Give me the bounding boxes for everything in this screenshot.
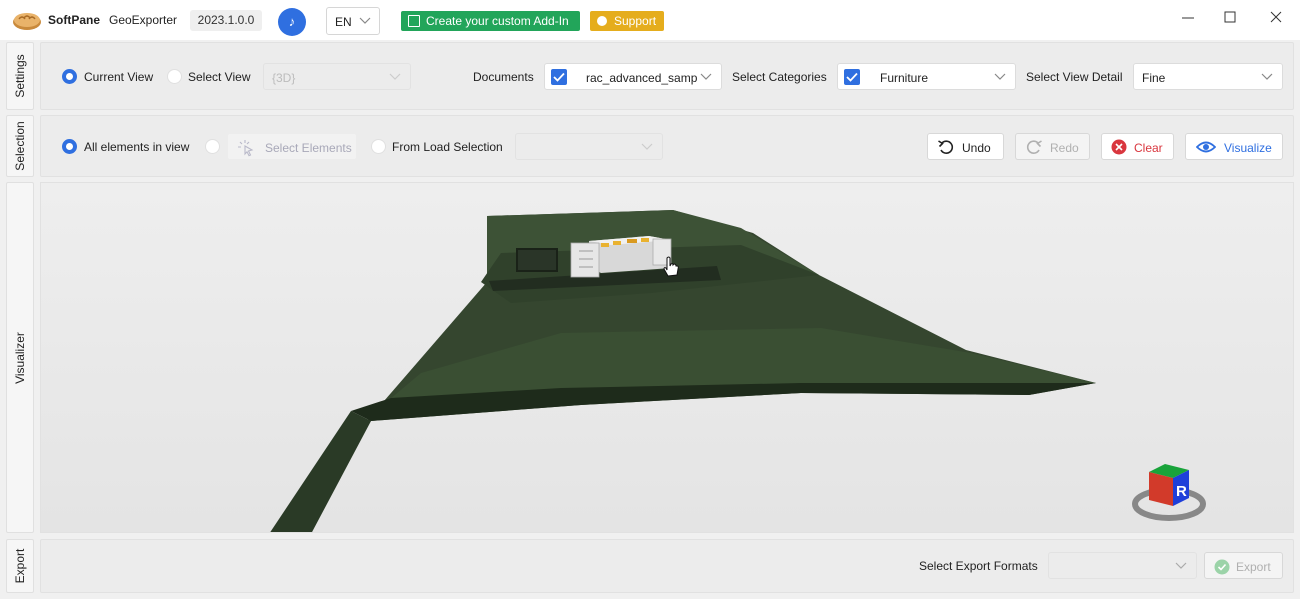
support-button[interactable]: Support [590, 11, 664, 31]
check-circle-icon [1214, 559, 1230, 575]
export-label: Export [1236, 560, 1271, 574]
documents-checkbox[interactable] [551, 69, 567, 85]
close-icon[interactable] [1264, 8, 1288, 28]
side-tab-settings[interactable]: Settings [6, 42, 34, 110]
chevron-down-icon [359, 17, 371, 24]
select-elements-button: Select Elements [227, 133, 357, 160]
current-view-radio[interactable] [62, 69, 77, 84]
eye-icon [1196, 141, 1216, 153]
current-view-label: Current View [84, 70, 154, 84]
bread-logo-icon [13, 13, 41, 30]
check-icon [846, 72, 858, 82]
export-formats-combo[interactable] [1048, 552, 1197, 579]
load-selection-combo [515, 133, 663, 160]
clear-icon [1111, 139, 1127, 155]
create-addin-label: Create your custom Add-In [426, 14, 569, 28]
categories-label: Select Categories [732, 70, 827, 84]
side-tab-selection[interactable]: Selection [6, 115, 34, 177]
clear-button[interactable]: Clear [1101, 133, 1174, 160]
export-button: Export [1204, 552, 1283, 579]
product-name: GeoExporter [109, 13, 178, 27]
create-addin-button[interactable]: Create your custom Add-In [401, 11, 580, 31]
visualize-label: Visualize [1224, 141, 1272, 155]
documents-value: rac_advanced_samp [586, 71, 698, 85]
language-select[interactable]: EN [326, 7, 380, 35]
categories-checkbox[interactable] [844, 69, 860, 85]
clear-label: Clear [1134, 141, 1163, 155]
title-bar: SoftPane GeoExporter 2023.1.0.0 ♪ EN Cre… [0, 0, 1300, 40]
undo-icon [938, 140, 954, 154]
visualize-button[interactable]: Visualize [1185, 133, 1283, 160]
chevron-down-icon [1261, 73, 1273, 80]
chevron-down-icon [994, 73, 1006, 80]
side-tab-visualizer-label: Visualizer [13, 331, 27, 384]
undo-button[interactable]: Undo [927, 133, 1004, 160]
select-elements-radio[interactable] [205, 139, 220, 154]
selection-panel: All elements in view Select Elements Fro… [40, 115, 1294, 177]
viewcube-icon[interactable]: R [1129, 460, 1209, 530]
view-detail-label: Select View Detail [1026, 70, 1123, 84]
side-tab-settings-label: Settings [13, 54, 27, 98]
from-load-radio[interactable] [371, 139, 386, 154]
documents-label: Documents [473, 70, 534, 84]
view-detail-combo[interactable]: Fine [1133, 63, 1283, 90]
minimize-icon[interactable] [1176, 8, 1200, 28]
brand-name: SoftPane [48, 13, 101, 27]
music-button[interactable]: ♪ [278, 8, 306, 36]
from-load-label: From Load Selection [392, 140, 503, 154]
export-panel: Select Export Formats Export [40, 539, 1294, 593]
redo-label: Redo [1050, 141, 1079, 155]
calendar-icon [408, 15, 420, 27]
redo-button: Redo [1015, 133, 1090, 160]
visualizer-viewport[interactable]: R [40, 182, 1294, 533]
viewcube-face-label: R [1176, 483, 1187, 500]
language-value: EN [335, 15, 352, 29]
select-elements-label: Select Elements [265, 141, 352, 155]
chevron-down-icon [641, 143, 653, 150]
all-elements-radio[interactable] [62, 139, 77, 154]
categories-value: Furniture [880, 71, 929, 85]
select-view-value: {3D} [272, 71, 296, 85]
side-tab-export-label: Export [13, 548, 27, 584]
hand-cursor-icon [663, 256, 679, 277]
music-note-icon: ♪ [288, 14, 296, 29]
side-tab-visualizer[interactable]: Visualizer [6, 182, 34, 533]
select-view-label: Select View [188, 70, 251, 84]
side-tab-export[interactable]: Export [6, 539, 34, 593]
chevron-down-icon [1175, 562, 1187, 569]
select-view-combo: {3D} [263, 63, 411, 90]
chevron-down-icon [389, 73, 401, 80]
support-label: Support [614, 14, 657, 28]
check-icon [553, 72, 565, 82]
version-badge: 2023.1.0.0 [190, 10, 262, 31]
all-elements-label: All elements in view [84, 140, 190, 154]
cursor-click-icon [238, 140, 254, 157]
export-formats-label: Select Export Formats [919, 559, 1038, 573]
settings-panel: Current View Select View {3D} Documents … [40, 42, 1294, 110]
support-icon [597, 16, 607, 26]
documents-combo[interactable]: rac_advanced_samp [544, 63, 722, 90]
maximize-icon[interactable] [1218, 8, 1242, 28]
view-detail-value: Fine [1142, 71, 1166, 85]
chevron-down-icon [700, 73, 712, 80]
select-view-radio[interactable] [167, 69, 182, 84]
side-tab-selection-label: Selection [13, 121, 27, 171]
redo-icon [1026, 140, 1042, 154]
terrain-model [270, 210, 1096, 532]
undo-label: Undo [962, 141, 991, 155]
categories-combo[interactable]: Furniture [837, 63, 1016, 90]
